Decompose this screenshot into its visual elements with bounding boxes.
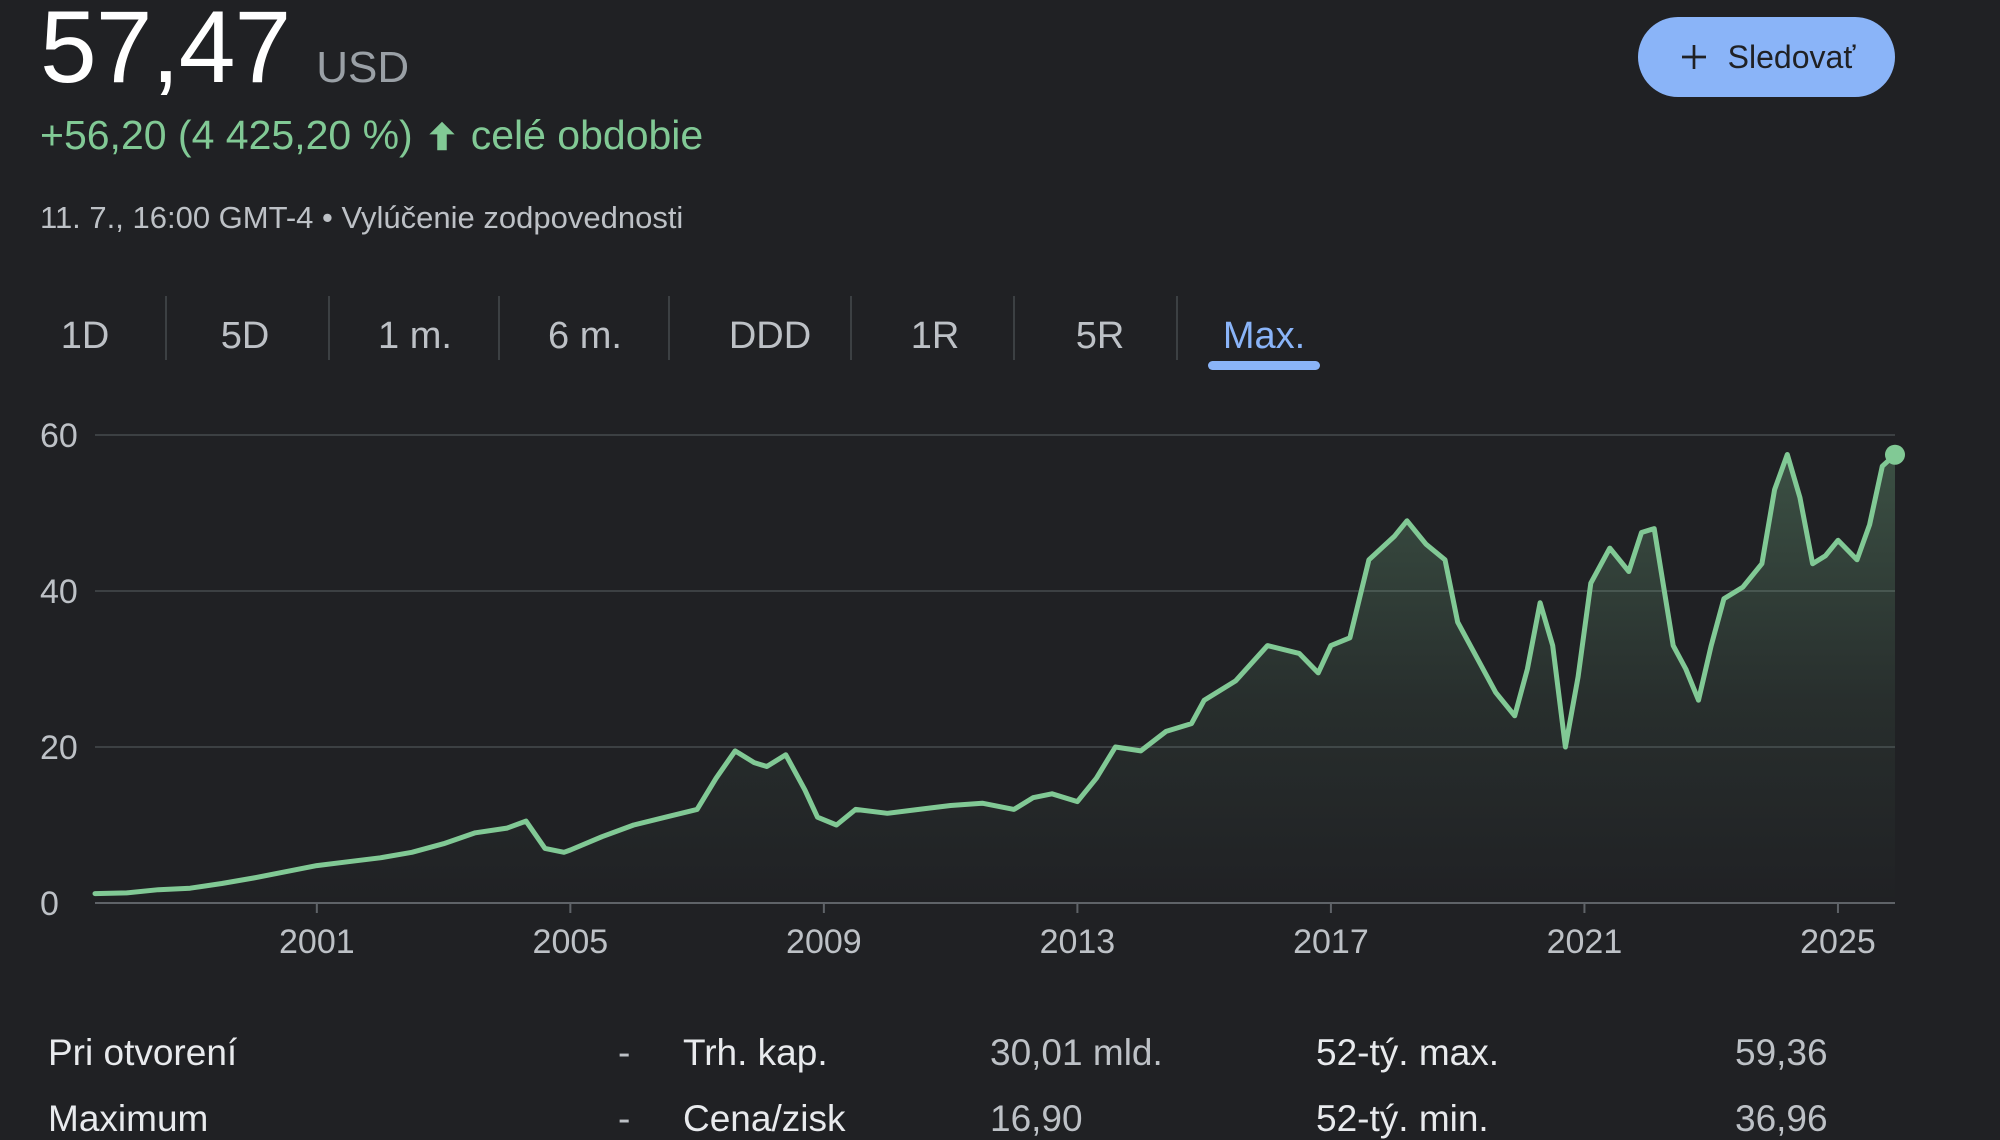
tab-5d[interactable]: 5D [200, 296, 290, 376]
tab-1y[interactable]: 1R [880, 296, 990, 376]
tab-divider [498, 296, 500, 360]
stat-high-value: - [618, 1098, 631, 1139]
stat-52w-low-value: 36,96 [1735, 1098, 1828, 1139]
price-chart: 0 20 40 60 2001 2005 2009 2013 2017 2021 2025 [0, 400, 2000, 960]
tab-label: 1R [910, 314, 960, 357]
tab-label: 1 m. [378, 314, 452, 357]
y-tick-label: 40 [40, 573, 78, 611]
y-tick-label: 60 [40, 417, 78, 455]
tab-label: 6 m. [548, 314, 622, 357]
change-period: celé obdobie [470, 112, 704, 158]
tab-5y[interactable]: 5R [1045, 296, 1155, 376]
tab-divider [668, 296, 670, 360]
stat-open-label: Pri otvorení [48, 1032, 238, 1073]
current-price: 57,47 [40, 0, 291, 104]
tab-label: 1D [60, 314, 110, 357]
disclaimer-link[interactable]: Vylúčenie zodpovednosti [342, 200, 684, 235]
last-price-dot [1885, 444, 1905, 465]
tab-1d[interactable]: 1D [40, 296, 130, 376]
stat-market-cap-label: Trh. kap. [683, 1032, 828, 1073]
x-tick-label: 2009 [786, 923, 862, 960]
plus-icon [1678, 41, 1710, 73]
stat-high-label: Maximum [48, 1098, 209, 1139]
tab-label: 5D [220, 314, 270, 357]
currency-label: USD [316, 43, 410, 92]
tab-divider [328, 296, 330, 360]
tab-divider [165, 296, 167, 360]
y-tick-label: 0 [40, 885, 59, 923]
y-tick-label: 20 [40, 729, 78, 767]
quote-header: 57,47 USD [40, 0, 410, 104]
tab-ytd[interactable]: DDD [700, 296, 840, 376]
arrow-up-icon [423, 115, 461, 157]
x-tick-label: 2001 [279, 923, 355, 960]
stat-52w-high-label: 52-tý. max. [1316, 1032, 1499, 1073]
stat-pe-value: 16,90 [990, 1098, 1083, 1139]
follow-button[interactable]: Sledovať [1638, 17, 1895, 97]
stat-market-cap-value: 30,01 mld. [990, 1032, 1163, 1073]
price-change: +56,20 (4 425,20 %) celé obdobie [40, 112, 703, 159]
tab-label: DDD [728, 314, 812, 357]
x-tick-label: 2021 [1547, 923, 1623, 960]
stat-52w-low-label: 52-tý. min. [1316, 1098, 1489, 1139]
tab-divider [1013, 296, 1015, 360]
tab-divider [1176, 296, 1178, 360]
tab-divider [850, 296, 852, 360]
tab-1m[interactable]: 1 m. [360, 296, 470, 376]
tab-label: Max. [1222, 314, 1306, 357]
price-chart-svg: 0 20 40 60 2001 2005 2009 2013 2017 2021 2025 [40, 417, 1905, 960]
x-tick-label: 2017 [1293, 923, 1369, 960]
tab-label: 5R [1075, 314, 1125, 357]
x-tick-label: 2025 [1800, 923, 1876, 960]
change-value: +56,20 (4 425,20 %) [40, 112, 413, 158]
range-tabs: 1D 5D 1 m. 6 m. DDD 1R 5R Max. [40, 296, 1900, 376]
stat-open-value: - [618, 1032, 631, 1073]
tab-6m[interactable]: 6 m. [530, 296, 640, 376]
quote-meta: 11. 7., 16:00 GMT-4 • Vylúčenie zodpoved… [40, 200, 683, 236]
key-stats: Pri otvorení - Trh. kap. 30,01 mld. 52-t… [0, 1010, 2000, 1139]
follow-button-label: Sledovať [1727, 38, 1856, 75]
tab-max[interactable]: Max. [1208, 296, 1320, 376]
price-area [95, 454, 1895, 903]
meta-separator: • [322, 200, 333, 235]
stat-52w-high-value: 59,36 [1735, 1032, 1828, 1073]
x-tick-label: 2013 [1040, 923, 1116, 960]
active-tab-indicator [1208, 361, 1320, 370]
x-tick-label: 2005 [533, 923, 609, 960]
stat-pe-label: Cena/zisk [683, 1098, 846, 1139]
quote-timestamp: 11. 7., 16:00 GMT-4 [40, 200, 314, 235]
